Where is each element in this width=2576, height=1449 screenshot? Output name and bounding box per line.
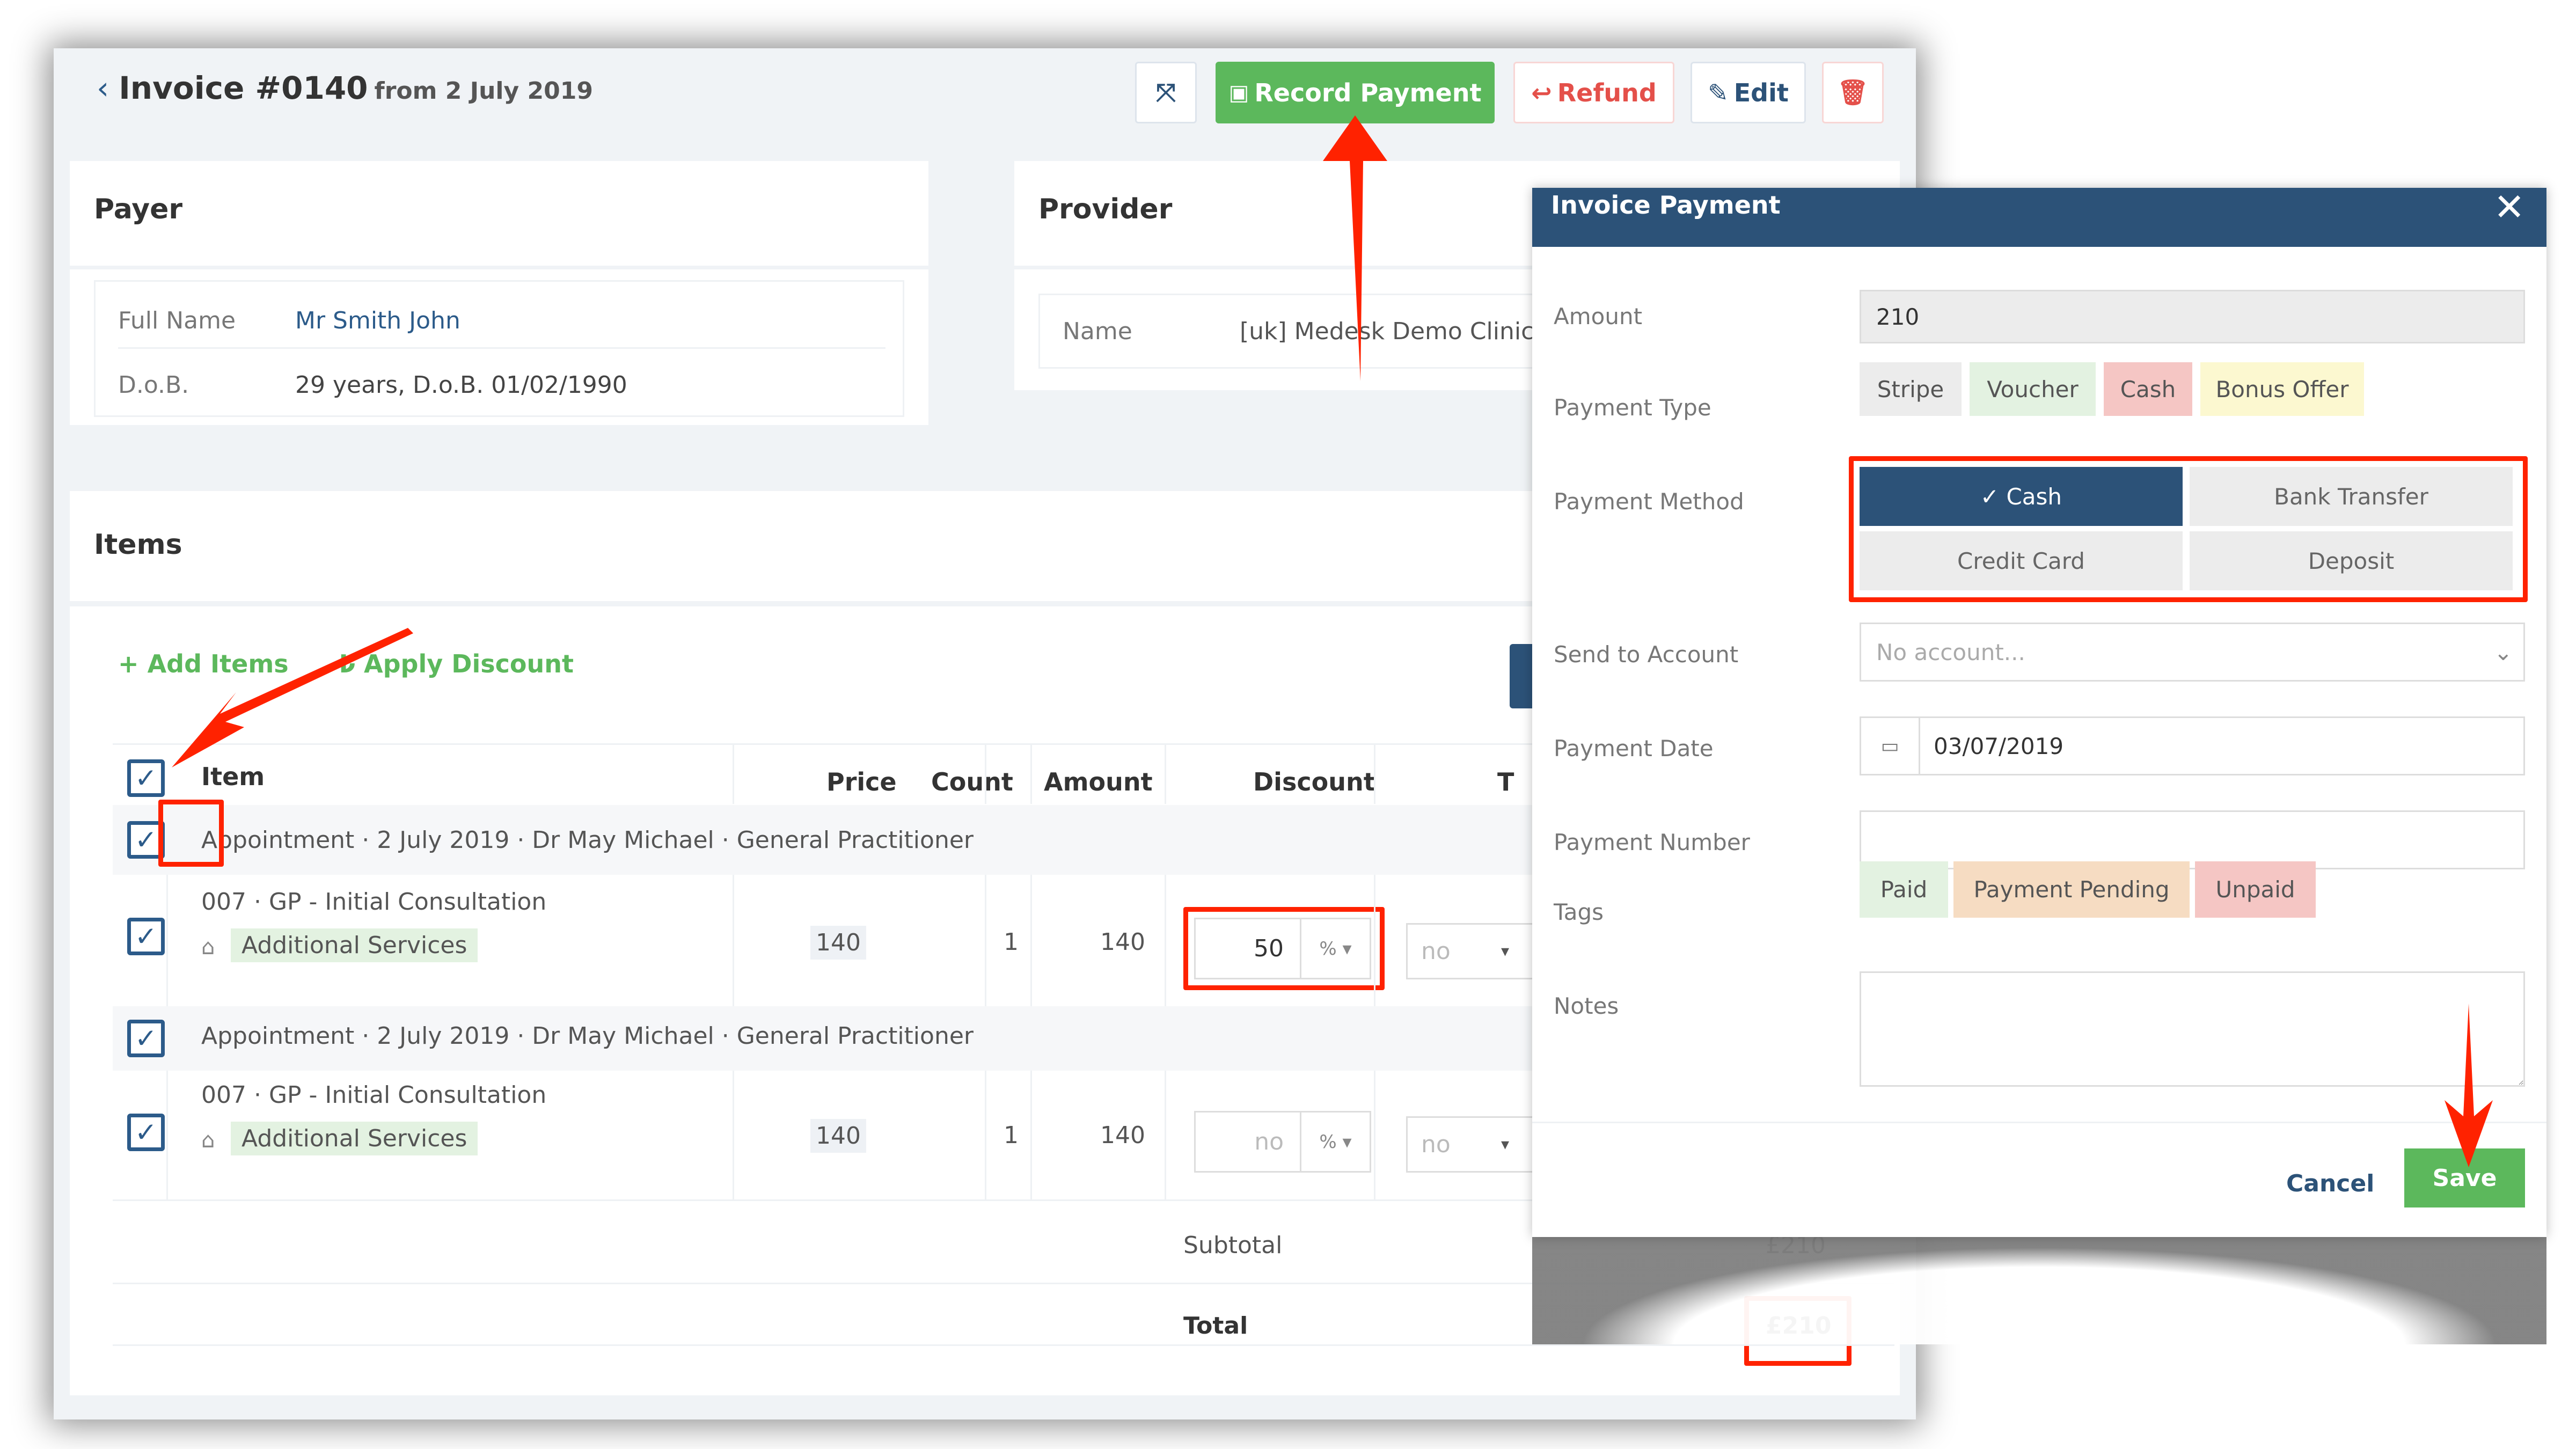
annotation-arrows (172, 115, 2493, 1167)
arrow-up-to-record-payment (1323, 115, 1387, 381)
arrow-down-to-save (2445, 1004, 2493, 1167)
arrow-to-select-all (172, 628, 413, 767)
